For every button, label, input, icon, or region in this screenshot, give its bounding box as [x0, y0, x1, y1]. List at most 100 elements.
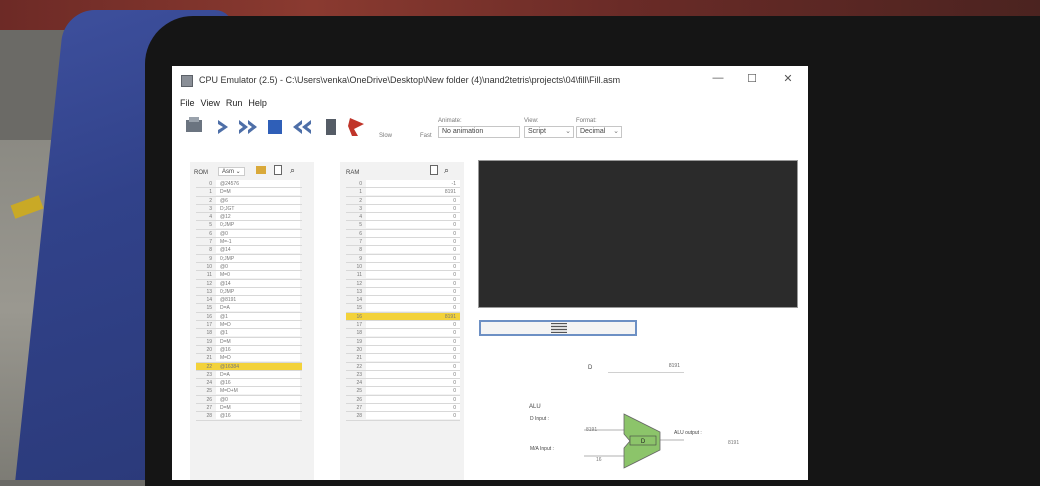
- rom-value[interactable]: 0;JMP: [216, 221, 300, 229]
- ram-value[interactable]: 0: [366, 412, 460, 420]
- ram-row[interactable]: 13 0: [346, 287, 460, 297]
- ram-row[interactable]: 14 0: [346, 296, 460, 305]
- ram-value[interactable]: 0: [366, 362, 460, 370]
- rom-value[interactable]: @16: [216, 379, 300, 387]
- rom-value[interactable]: @8191: [216, 296, 300, 304]
- ram-row[interactable]: 21 0: [346, 354, 460, 363]
- rom-row[interactable]: 3 D;JGT: [196, 204, 302, 214]
- rom-row[interactable]: 23 D=A: [196, 370, 302, 380]
- rewind-icon[interactable]: [293, 120, 311, 134]
- ram-value[interactable]: 0: [366, 321, 460, 329]
- ram-row[interactable]: 10 0: [346, 262, 460, 272]
- rom-value[interactable]: D=A: [216, 370, 300, 378]
- rom-row[interactable]: 12 @14: [196, 279, 302, 288]
- rom-row[interactable]: 22 @16384: [196, 362, 302, 371]
- rom-value[interactable]: @0: [216, 262, 300, 270]
- ram-value[interactable]: 0: [366, 229, 460, 237]
- ram-value[interactable]: 0: [366, 379, 460, 387]
- ram-value[interactable]: 8191: [366, 312, 460, 320]
- rom-value[interactable]: D=M: [216, 337, 300, 345]
- rom-value[interactable]: @12: [216, 213, 300, 221]
- rom-row[interactable]: 9 0;JMP: [196, 254, 302, 263]
- rom-row[interactable]: 28 @16: [196, 412, 302, 421]
- rom-value[interactable]: 0;JMP: [216, 254, 300, 262]
- rom-value[interactable]: D=A: [216, 304, 300, 312]
- ram-value[interactable]: 0: [366, 221, 460, 229]
- rom-value[interactable]: @0: [216, 229, 300, 237]
- ram-row[interactable]: 11 0: [346, 271, 460, 280]
- ram-row[interactable]: 50: [346, 221, 460, 230]
- maximize-button[interactable]: ☐: [742, 72, 762, 85]
- ram-row[interactable]: 40: [346, 213, 460, 222]
- document-icon[interactable]: [274, 165, 282, 175]
- stop-icon[interactable]: [268, 120, 282, 134]
- ram-row[interactable]: 20: [346, 196, 460, 205]
- menu-view[interactable]: View: [201, 98, 220, 108]
- ram-row[interactable]: 30: [346, 204, 460, 214]
- rom-row[interactable]: 5 0;JMP: [196, 221, 302, 230]
- rom-row[interactable]: 15 D=A: [196, 304, 302, 313]
- rom-value[interactable]: @24576: [216, 180, 300, 187]
- menu-help[interactable]: Help: [248, 98, 267, 108]
- ram-value[interactable]: 0: [366, 262, 460, 270]
- ram-row[interactable]: 20 0: [346, 345, 460, 355]
- rom-value[interactable]: @1: [216, 329, 300, 337]
- d-register-value[interactable]: 8191: [608, 363, 684, 373]
- rom-value[interactable]: M=-1: [216, 238, 300, 246]
- breakpoint-icon[interactable]: [326, 119, 336, 135]
- ram-value[interactable]: 0: [366, 404, 460, 412]
- ram-row[interactable]: 25 0: [346, 387, 460, 396]
- ram-row[interactable]: 17 0: [346, 321, 460, 330]
- ram-row[interactable]: 15 0: [346, 304, 460, 313]
- rom-value[interactable]: D=M: [216, 404, 300, 412]
- menu-run[interactable]: Run: [226, 98, 243, 108]
- ram-value[interactable]: 0: [366, 395, 460, 403]
- ram-row[interactable]: 80: [346, 246, 460, 255]
- script-flag-icon[interactable]: [348, 118, 364, 136]
- ram-value[interactable]: 0: [366, 337, 460, 345]
- rom-value[interactable]: @0: [216, 395, 300, 403]
- rom-row[interactable]: 2 @6: [196, 196, 302, 205]
- ram-value[interactable]: 0: [366, 287, 460, 295]
- ram-value[interactable]: 0: [366, 354, 460, 362]
- ram-row[interactable]: 28 0: [346, 412, 460, 421]
- rom-value[interactable]: M=D+M: [216, 387, 300, 395]
- rom-value[interactable]: @1: [216, 312, 300, 320]
- ram-row[interactable]: 18 0: [346, 329, 460, 338]
- ram-value[interactable]: 0: [366, 329, 460, 337]
- ram-value[interactable]: 0: [366, 213, 460, 221]
- ram-row[interactable]: 90: [346, 254, 460, 263]
- ram-value[interactable]: 8191: [366, 188, 460, 196]
- ram-value[interactable]: 0: [366, 196, 460, 204]
- rom-value[interactable]: @16: [216, 412, 300, 420]
- rom-value[interactable]: 0;JMP: [216, 287, 300, 295]
- ram-value[interactable]: 0: [366, 204, 460, 212]
- rom-value[interactable]: D=M: [216, 188, 300, 196]
- rom-value[interactable]: @16: [216, 345, 300, 353]
- rom-value[interactable]: M=D: [216, 354, 300, 362]
- rom-value[interactable]: @14: [216, 246, 300, 254]
- ram-value[interactable]: -1: [366, 180, 460, 187]
- rom-value[interactable]: M=D: [216, 321, 300, 329]
- ram-row[interactable]: 22 0: [346, 362, 460, 371]
- ram-row[interactable]: 12 0: [346, 279, 460, 288]
- rom-row[interactable]: 8 @14: [196, 246, 302, 255]
- ram-row[interactable]: 60: [346, 229, 460, 239]
- rom-value[interactable]: @14: [216, 279, 300, 287]
- ram-row[interactable]: 1 8191: [346, 188, 460, 197]
- load-program-icon[interactable]: [186, 117, 202, 132]
- rom-row[interactable]: 26 @0: [196, 395, 302, 405]
- rom-row[interactable]: 20 @16: [196, 345, 302, 355]
- ram-row[interactable]: 16 8191: [346, 312, 460, 322]
- ram-row[interactable]: 26 0: [346, 395, 460, 405]
- rom-row[interactable]: 18 @1: [196, 329, 302, 338]
- ram-value[interactable]: 0: [366, 271, 460, 279]
- rom-value[interactable]: M=0: [216, 271, 300, 279]
- rom-value[interactable]: D;JGT: [216, 204, 300, 212]
- rom-value[interactable]: @16384: [216, 362, 300, 370]
- rom-row[interactable]: 14 @8191: [196, 296, 302, 305]
- rom-row[interactable]: 7 M=-1: [196, 238, 302, 247]
- keyboard-field[interactable]: [479, 320, 637, 336]
- binoculars-icon[interactable]: ⌕: [444, 165, 449, 176]
- rom-row[interactable]: 13 0;JMP: [196, 287, 302, 297]
